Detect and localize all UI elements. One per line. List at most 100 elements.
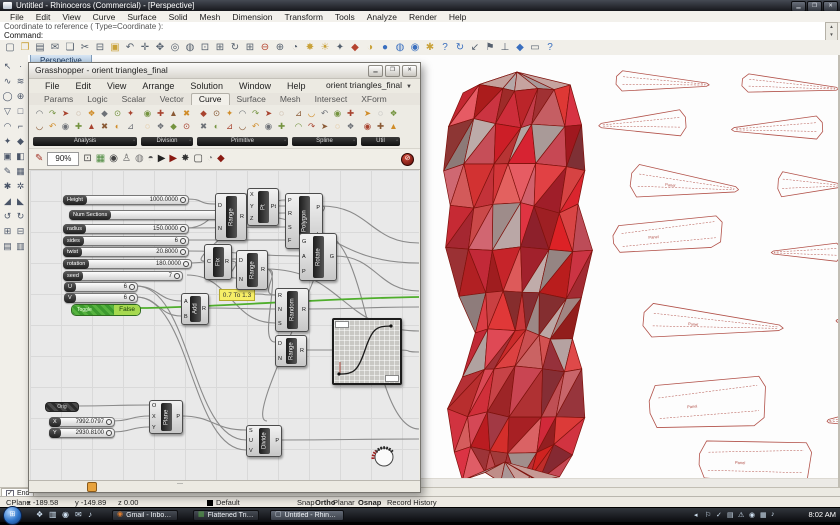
- curve-tool-icon[interactable]: ◡: [305, 107, 318, 120]
- component-random[interactable]: RandomRNSR: [275, 288, 309, 332]
- curve-tool-icon[interactable]: ◐: [111, 120, 124, 133]
- zoom-window-icon[interactable]: ⊡: [198, 41, 212, 55]
- show-desktop-icon[interactable]: ❖: [36, 510, 43, 519]
- taskbar-button[interactable]: ◉Gmail - Inbox - and...: [112, 510, 178, 521]
- curve-tool-icon[interactable]: ◌: [374, 107, 387, 120]
- tray-icon-7[interactable]: ♪: [771, 511, 775, 518]
- group-expand-icon[interactable]: ▫: [353, 137, 355, 146]
- preview-shaded-icon[interactable]: ◓: [148, 153, 154, 165]
- curve-tool-icon[interactable]: ⊿: [223, 120, 236, 133]
- properties-icon[interactable]: ❏: [63, 41, 77, 55]
- output-R[interactable]: R: [240, 214, 244, 220]
- side-tool-icon-10[interactable]: ✦: [1, 134, 14, 149]
- input-D[interactable]: D: [218, 203, 222, 209]
- side-tool-icon-4[interactable]: ◯: [1, 89, 14, 104]
- output-R[interactable]: R: [300, 348, 304, 354]
- slider-u[interactable]: U6: [64, 282, 138, 292]
- input-A[interactable]: A: [184, 299, 188, 305]
- cloud-icon[interactable]: ◔: [207, 153, 213, 165]
- output-Pt[interactable]: Pt: [271, 204, 276, 210]
- paste-icon[interactable]: ▣: [108, 41, 122, 55]
- taskbar-button[interactable]: ▦Flattened Triangulat...: [193, 510, 259, 521]
- side-tool-icon-16[interactable]: ✱: [1, 179, 14, 194]
- component-range[interactable]: RangeDNR: [215, 193, 247, 241]
- curve-tool-icon[interactable]: ◉: [361, 120, 374, 133]
- side-tool-icon-6[interactable]: ▽: [1, 104, 14, 119]
- side-tool-icon-20[interactable]: ↺: [1, 209, 14, 224]
- panel-outline[interactable]: [616, 70, 710, 97]
- input-R[interactable]: R: [288, 211, 292, 217]
- menu-surface[interactable]: Surface: [121, 12, 162, 22]
- output-R[interactable]: R: [261, 267, 265, 273]
- curve-tool-icon[interactable]: ➤: [318, 120, 331, 133]
- group-expand-icon[interactable]: ▫: [284, 137, 286, 146]
- curve-tool-icon[interactable]: ⊙: [111, 107, 124, 120]
- side-tool-icon-23[interactable]: ⊟: [14, 224, 27, 239]
- component-rotate[interactable]: RotateGAPG: [299, 233, 337, 281]
- flattened-panels[interactable]: PanelPanelPanelPanelPanel: [598, 70, 838, 485]
- component-add[interactable]: AddABR: [181, 293, 209, 325]
- curve-tool-icon[interactable]: ⊙: [180, 120, 193, 133]
- grasshopper-window[interactable]: Grasshopper - orient triangles_final ▁❒✕…: [28, 62, 421, 493]
- graph-mapper[interactable]: [332, 318, 402, 385]
- curve-tool-icon[interactable]: ◆: [167, 120, 180, 133]
- gh-menu-solution[interactable]: Solution: [182, 81, 231, 91]
- copy-icon[interactable]: ⊟: [93, 41, 107, 55]
- group-expand-icon[interactable]: ▫: [189, 137, 191, 146]
- slider-knob[interactable]: [180, 226, 186, 232]
- input-P[interactable]: P: [302, 269, 306, 275]
- document-selector[interactable]: orient triangles_final▼: [326, 78, 412, 93]
- slider-knob[interactable]: [183, 261, 189, 267]
- slider-sides[interactable]: sides6: [63, 236, 189, 246]
- input-N[interactable]: N: [278, 356, 282, 362]
- help2-icon[interactable]: ?: [543, 41, 557, 55]
- side-tool-icon-1[interactable]: ∙: [14, 59, 27, 74]
- solve-force-icon[interactable]: ▶: [169, 153, 177, 165]
- gh-minimize-button[interactable]: ▁: [368, 65, 383, 77]
- menu-solid[interactable]: Solid: [163, 12, 194, 22]
- input-V[interactable]: V: [249, 448, 253, 454]
- command-scrollbar[interactable]: ▲▼: [825, 22, 838, 42]
- input-F[interactable]: F: [288, 238, 291, 244]
- curve-tool-icon[interactable]: ✚: [344, 107, 357, 120]
- curve-tool-icon[interactable]: ◌: [72, 107, 85, 120]
- curve-tool-icon[interactable]: ↷: [249, 107, 262, 120]
- input-S[interactable]: S: [288, 225, 292, 231]
- zoom-level-select[interactable]: 90%: [47, 152, 79, 166]
- panel-outline[interactable]: [836, 314, 838, 330]
- curve-tool-icon[interactable]: ✖: [180, 107, 193, 120]
- rotate-view-icon[interactable]: ↻: [228, 41, 242, 55]
- curve-tool-icon[interactable]: ◆: [197, 107, 210, 120]
- curve-tool-icon[interactable]: ⊿: [124, 120, 137, 133]
- panel-outline[interactable]: [771, 243, 838, 264]
- tab-logic[interactable]: Logic: [80, 94, 114, 105]
- input-N[interactable]: N: [239, 277, 243, 283]
- gh-close-button[interactable]: ✕: [402, 65, 417, 77]
- curve-tool-icon[interactable]: ✖: [98, 120, 111, 133]
- curve-tool-icon[interactable]: ◠: [292, 120, 305, 133]
- solve-icon[interactable]: ▶: [158, 153, 166, 165]
- layer-color-swatch[interactable]: [207, 500, 213, 506]
- mail-icon[interactable]: ✉: [75, 510, 82, 519]
- side-tool-icon-19[interactable]: ◣: [14, 194, 27, 209]
- curve-tool-icon[interactable]: ↶: [318, 107, 331, 120]
- curve-tool-icon[interactable]: ⊙: [210, 107, 223, 120]
- menu-curve[interactable]: Curve: [87, 12, 122, 22]
- tray-icon-0[interactable]: ◂: [694, 511, 698, 519]
- redo-view-icon[interactable]: ⊕: [273, 41, 287, 55]
- curve-tool-icon[interactable]: ◌: [275, 107, 288, 120]
- curve-tool-icon[interactable]: ◌: [331, 120, 344, 133]
- tray-icon-4[interactable]: ⚠: [738, 511, 744, 519]
- panel-outline[interactable]: [598, 109, 687, 141]
- side-tool-icon-22[interactable]: ⊞: [1, 224, 14, 239]
- zoom-target-icon[interactable]: ⊡: [83, 153, 91, 165]
- start-button[interactable]: ⊞: [3, 506, 22, 525]
- curve-tool-icon[interactable]: ◐: [210, 120, 223, 133]
- curve-tool-icon[interactable]: ◉: [331, 107, 344, 120]
- output-P[interactable]: P: [316, 205, 320, 211]
- panel-outline[interactable]: [731, 116, 823, 144]
- input-D[interactable]: D: [239, 258, 243, 264]
- flag-icon[interactable]: ⚑: [483, 41, 497, 55]
- side-tool-icon-8[interactable]: ◠: [1, 119, 14, 134]
- component-plane[interactable]: PlaneOXYP: [149, 400, 183, 434]
